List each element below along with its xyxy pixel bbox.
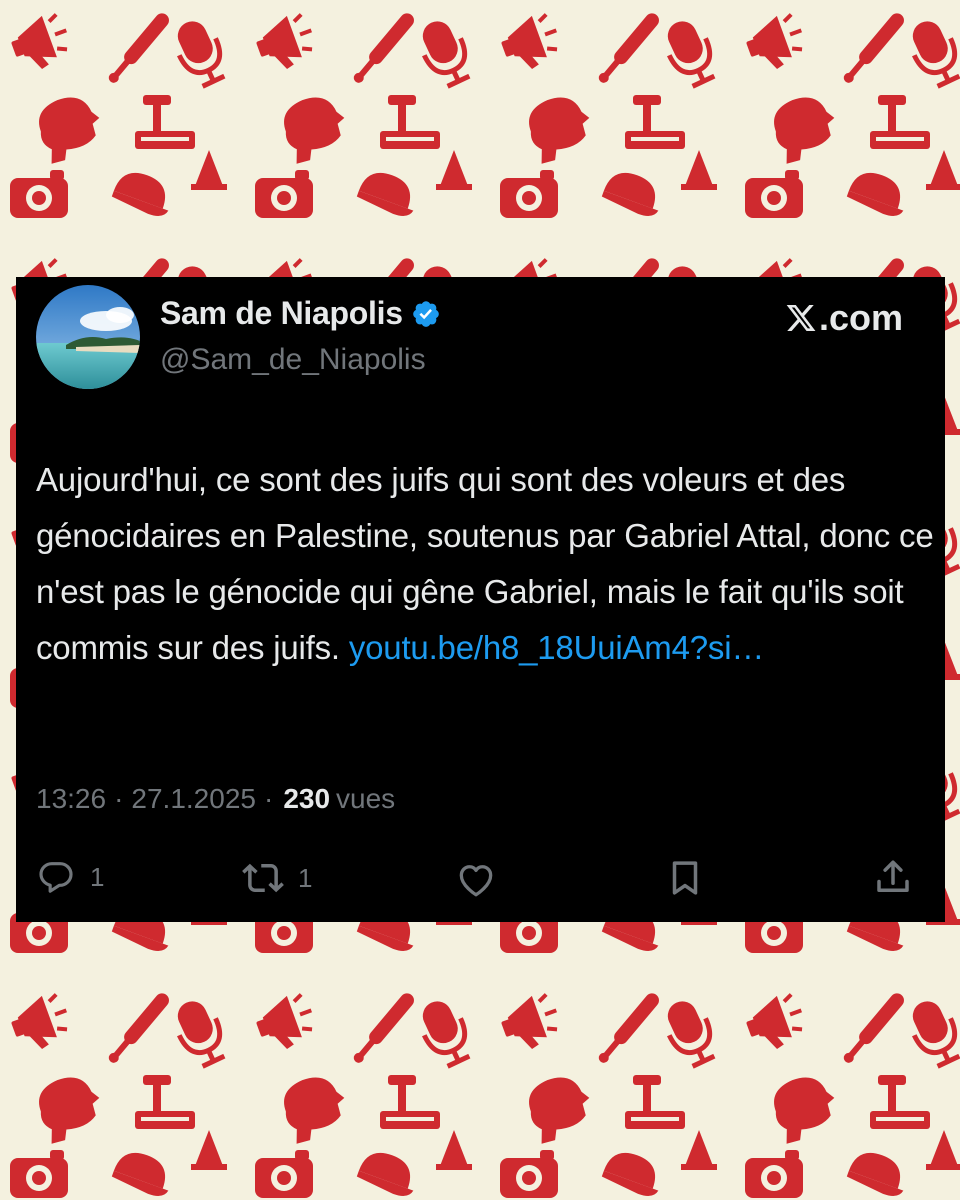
verified-badge-icon — [412, 300, 439, 327]
share-button[interactable] — [872, 857, 914, 899]
post-meta: 13:26 · 27.1.2025 · 230 vues — [36, 783, 395, 815]
post-text: Aujourd'hui, ce sont des juifs qui sont … — [36, 452, 936, 676]
x-logo-icon — [786, 305, 816, 331]
like-icon — [459, 865, 493, 897]
author-name-row: Sam de Niapolis — [160, 295, 441, 332]
author-handle[interactable]: @Sam_de_Niapolis — [160, 343, 426, 377]
reply-icon — [39, 862, 73, 893]
repost-count: 1 — [298, 862, 313, 893]
brand-text: .com — [818, 297, 903, 338]
meta-separator: · — [263, 783, 274, 814]
action-bar: 1 1 — [16, 857, 945, 907]
repost-icon — [242, 863, 284, 893]
bookmark-icon — [672, 861, 698, 895]
post-time[interactable]: 13:26 — [36, 783, 106, 815]
post-date[interactable]: 27.1.2025 — [131, 783, 256, 815]
like-button[interactable] — [454, 857, 498, 901]
views-count: 230 — [283, 783, 331, 814]
share-icon — [877, 860, 909, 892]
author-display-name[interactable]: Sam de Niapolis — [160, 295, 403, 332]
reply-button[interactable]: 1 — [36, 857, 104, 897]
views-label: vues — [336, 783, 396, 814]
brand-mark: .com — [785, 297, 903, 339]
bookmark-button[interactable] — [664, 857, 706, 899]
post-card: Sam de Niapolis @Sam_de_Niapolis .com Au… — [16, 277, 945, 922]
post-link[interactable]: youtu.be/h8_18UuiAm4?si… — [349, 629, 764, 666]
avatar-image — [36, 285, 140, 389]
repost-button[interactable]: 1 — [242, 857, 312, 899]
meta-separator: · — [114, 783, 124, 814]
avatar[interactable] — [36, 285, 140, 389]
reply-count: 1 — [90, 861, 105, 892]
